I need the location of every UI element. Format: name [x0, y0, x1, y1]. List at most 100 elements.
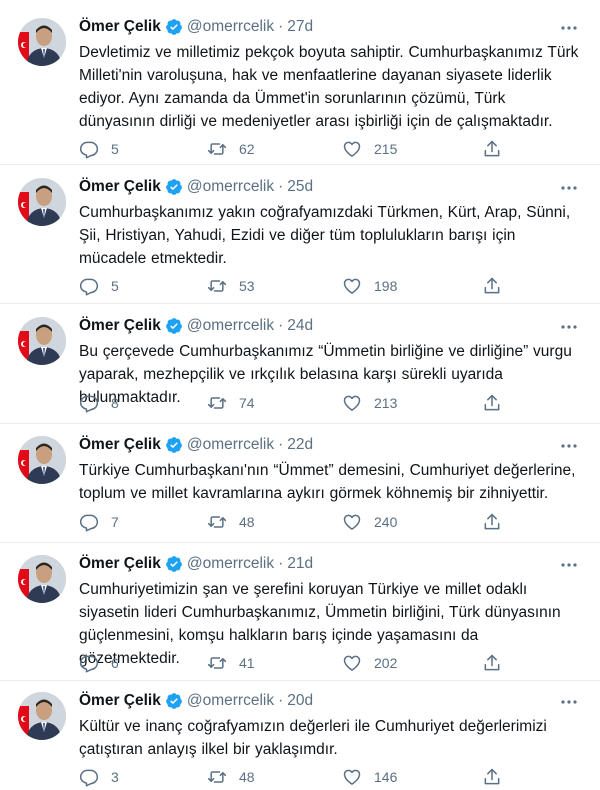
tweet-divider: [0, 164, 600, 165]
separator-dot: ·: [278, 436, 284, 453]
author-handle[interactable]: @omerrcelik: [187, 317, 274, 335]
author-name[interactable]: Ömer Çelik: [79, 18, 161, 36]
tweet-text: Kültür ve inanç coğrafyamızın değerleri …: [79, 718, 547, 758]
reply-icon: [79, 276, 99, 296]
share-icon: [482, 767, 502, 787]
heart-icon: [342, 276, 362, 296]
reply-button[interactable]: 7: [79, 510, 119, 534]
reply-count: 6: [111, 655, 119, 671]
more-horizontal-icon[interactable]: [558, 18, 580, 38]
author-handle[interactable]: @omerrcelik: [187, 178, 274, 196]
tweet-divider: [0, 542, 600, 543]
avatar[interactable]: [18, 18, 66, 66]
reply-button[interactable]: 5: [79, 274, 119, 298]
tweet-actions: 8 74 213: [79, 391, 509, 415]
more-horizontal-icon[interactable]: [558, 692, 580, 712]
retweet-button[interactable]: 41: [207, 651, 255, 675]
tweet-header: Ömer Çelik @omerrcelik · 25d: [79, 176, 580, 198]
retweet-button[interactable]: 48: [207, 510, 255, 534]
reply-count: 5: [111, 278, 119, 294]
more-horizontal-icon[interactable]: [558, 555, 580, 575]
like-button[interactable]: 202: [342, 651, 397, 675]
avatar[interactable]: [18, 317, 66, 365]
share-icon: [482, 139, 502, 159]
like-count: 202: [374, 655, 398, 671]
like-button[interactable]: 146: [342, 765, 397, 789]
like-button[interactable]: 215: [342, 137, 397, 161]
like-button[interactable]: 240: [342, 510, 397, 534]
author-name[interactable]: Ömer Çelik: [79, 317, 161, 335]
retweet-button[interactable]: 53: [207, 274, 255, 298]
author-handle[interactable]: @omerrcelik: [187, 555, 274, 573]
author-name[interactable]: Ömer Çelik: [79, 436, 161, 454]
reply-button[interactable]: 8: [79, 391, 119, 415]
author-handle[interactable]: @omerrcelik: [187, 692, 274, 710]
verified-badge-icon: [165, 317, 183, 335]
retweet-icon: [207, 653, 227, 673]
avatar[interactable]: [18, 178, 66, 226]
tweet-timestamp[interactable]: 24d: [287, 317, 313, 335]
share-button[interactable]: [482, 651, 502, 675]
reply-button[interactable]: 6: [79, 651, 119, 675]
tweet-actions: 5 62 215: [79, 137, 509, 161]
tweet-timestamp[interactable]: 22d: [287, 436, 313, 454]
reply-button[interactable]: 5: [79, 137, 119, 161]
tweet-timestamp[interactable]: 25d: [287, 178, 313, 196]
tweet-text: Devletimiz ve milletimiz pekçok boyuta s…: [79, 44, 579, 130]
author-handle[interactable]: @omerrcelik: [187, 18, 274, 36]
share-button[interactable]: [482, 391, 502, 415]
reply-count: 7: [111, 514, 119, 530]
tweet-timestamp[interactable]: 27d: [287, 18, 313, 36]
more-horizontal-icon[interactable]: [558, 317, 580, 337]
more-horizontal-icon[interactable]: [558, 178, 580, 198]
avatar[interactable]: [18, 436, 66, 484]
author-name[interactable]: Ömer Çelik: [79, 178, 161, 196]
verified-badge-icon: [165, 18, 183, 36]
tweet-text: Cumhurbaşkanımız yakın coğrafyamızdaki T…: [79, 204, 571, 267]
like-count: 215: [374, 141, 398, 157]
heart-icon: [342, 512, 362, 532]
share-button[interactable]: [482, 274, 502, 298]
avatar[interactable]: [18, 555, 66, 603]
heart-icon: [342, 653, 362, 673]
reply-button[interactable]: 3: [79, 765, 119, 789]
retweet-icon: [207, 393, 227, 413]
verified-badge-icon: [165, 555, 183, 573]
tweet-actions: 3 48 146: [79, 765, 509, 789]
share-button[interactable]: [482, 137, 502, 161]
reply-icon: [79, 393, 99, 413]
tweet-header: Ömer Çelik @omerrcelik · 22d: [79, 434, 580, 456]
author-name[interactable]: Ömer Çelik: [79, 555, 161, 573]
reply-count: 3: [111, 769, 119, 785]
separator-dot: ·: [278, 178, 284, 195]
share-button[interactable]: [482, 765, 502, 789]
retweet-count: 48: [239, 769, 255, 785]
like-button[interactable]: 213: [342, 391, 397, 415]
retweet-button[interactable]: 48: [207, 765, 255, 789]
heart-icon: [342, 767, 362, 787]
share-icon: [482, 512, 502, 532]
heart-icon: [342, 393, 362, 413]
tweet-timestamp[interactable]: 20d: [287, 692, 313, 710]
more-horizontal-icon[interactable]: [558, 436, 580, 456]
like-count: 213: [374, 395, 398, 411]
retweet-button[interactable]: 74: [207, 391, 255, 415]
share-icon: [482, 393, 502, 413]
like-button[interactable]: 198: [342, 274, 397, 298]
author-name[interactable]: Ömer Çelik: [79, 692, 161, 710]
tweet-timestamp[interactable]: 21d: [287, 555, 313, 573]
separator-dot: ·: [278, 18, 284, 35]
tweet-header: Ömer Çelik @omerrcelik · 24d: [79, 315, 580, 337]
tweet-text: Türkiye Cumhurbaşkanı'nın “Ümmet” demesi…: [79, 462, 576, 502]
reply-count: 5: [111, 141, 119, 157]
avatar[interactable]: [18, 692, 66, 740]
author-handle[interactable]: @omerrcelik: [187, 436, 274, 454]
reply-count: 8: [111, 395, 119, 411]
share-button[interactable]: [482, 510, 502, 534]
tweet-header: Ömer Çelik @omerrcelik · 20d: [79, 690, 580, 712]
reply-icon: [79, 139, 99, 159]
like-count: 198: [374, 278, 398, 294]
separator-dot: ·: [278, 317, 284, 334]
retweet-button[interactable]: 62: [207, 137, 255, 161]
retweet-count: 48: [239, 514, 255, 530]
